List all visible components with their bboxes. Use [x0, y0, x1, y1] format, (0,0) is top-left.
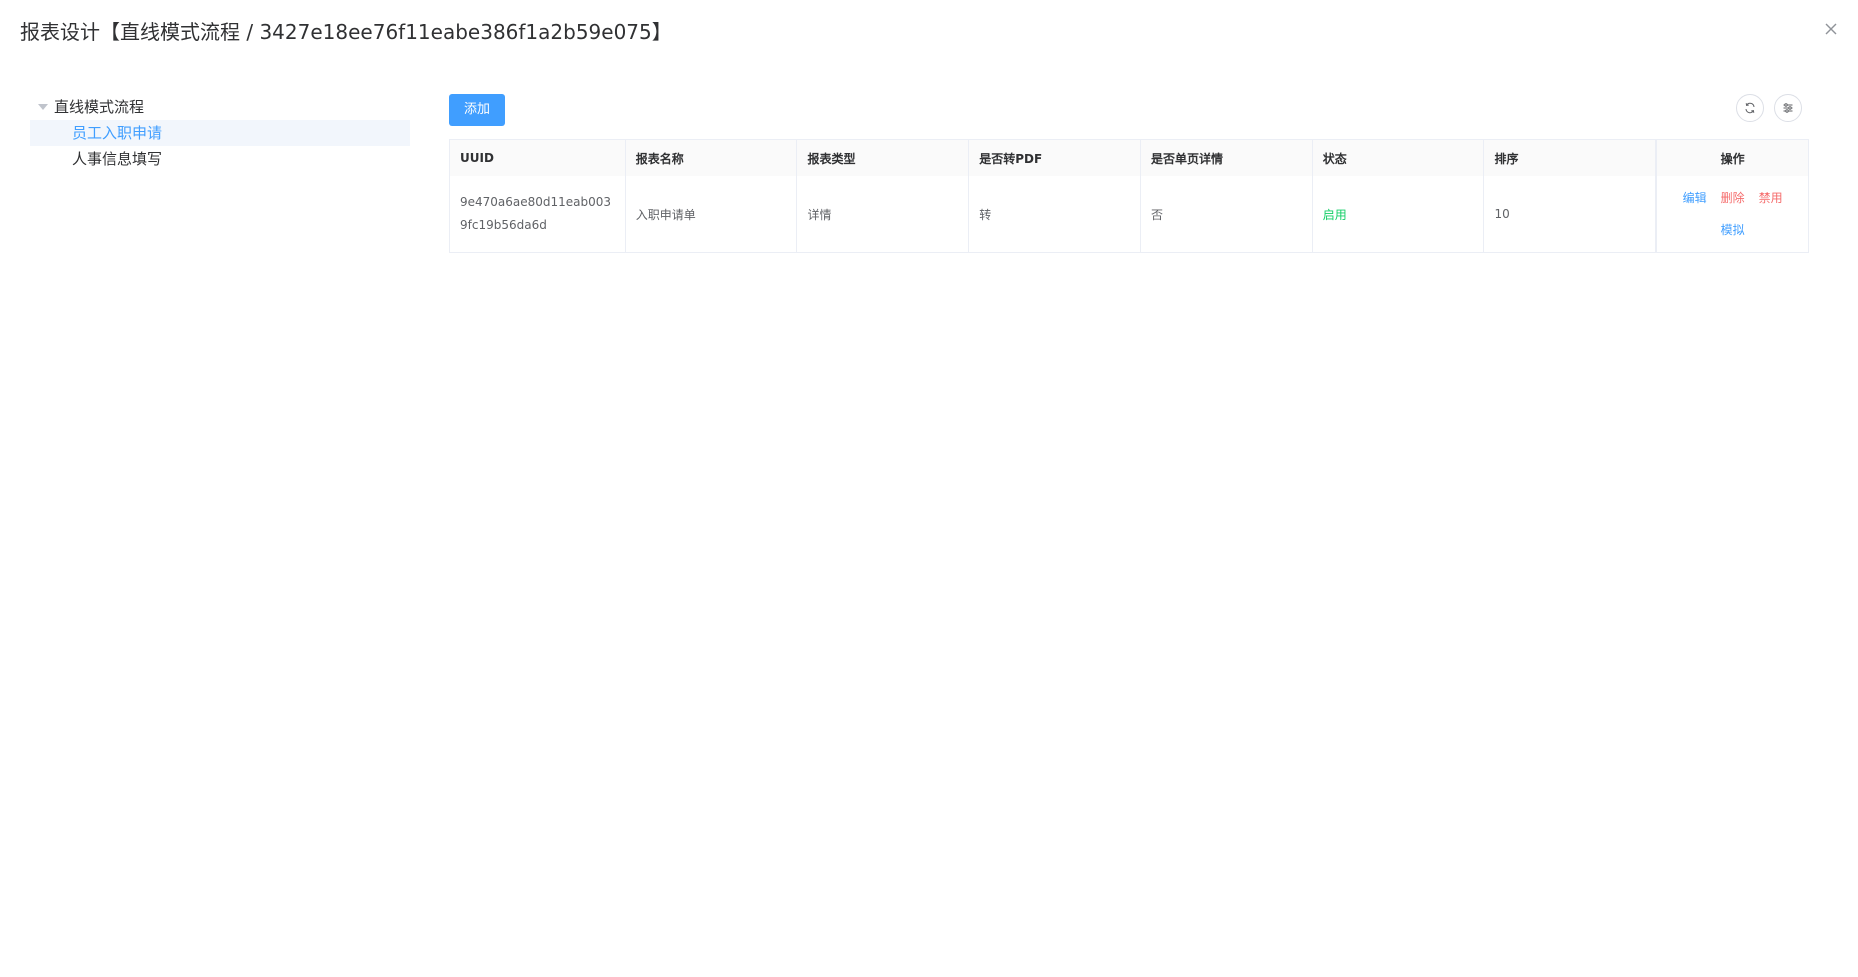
- cell-to-pdf: 转: [969, 176, 1141, 252]
- cell-report-name: 入职申请单: [626, 176, 798, 252]
- tree-node-employee-onboarding[interactable]: 员工入职申请: [30, 120, 410, 146]
- delete-link[interactable]: 删除: [1721, 187, 1745, 209]
- table-body: 9e470a6ae80d11eab0039fc19b56da6d 入职申请单 详…: [450, 176, 1808, 252]
- header-to-pdf[interactable]: 是否转PDF: [969, 140, 1141, 176]
- header-single-page[interactable]: 是否单页详情: [1141, 140, 1313, 176]
- column-settings-button[interactable]: [1774, 94, 1802, 122]
- disable-link[interactable]: 禁用: [1759, 187, 1783, 209]
- tree-node-label: 直线模式流程: [54, 98, 145, 116]
- add-button[interactable]: 添加: [449, 94, 505, 126]
- column-settings-icon: [1783, 103, 1793, 113]
- report-table: UUID 报表名称 报表类型 是否转PDF 是否单页详情 状态 排序 操作 9e…: [449, 139, 1809, 253]
- status-badge: 启用: [1322, 207, 1347, 222]
- refresh-icon: [1745, 102, 1755, 114]
- header-report-type[interactable]: 报表类型: [797, 140, 970, 176]
- cell-single-page: 否: [1141, 176, 1313, 252]
- cell-status: 启用: [1313, 176, 1485, 252]
- report-design-dialog: 报表设计【直线模式流程 / 3427e18ee76f11eabe386f1a2b…: [0, 0, 1858, 977]
- header-order[interactable]: 排序: [1484, 140, 1657, 176]
- refresh-button[interactable]: [1736, 94, 1764, 122]
- edit-link[interactable]: 编辑: [1683, 187, 1707, 209]
- header-row: UUID 报表名称 报表类型 是否转PDF 是否单页详情 状态 排序 操作: [450, 140, 1808, 176]
- cell-report-type: 详情: [797, 176, 970, 252]
- actions-row-1: 编辑 删除 禁用: [1683, 187, 1783, 209]
- close-icon[interactable]: [1820, 18, 1842, 40]
- uuid-text: 9e470a6ae80d11eab0039fc19b56da6d: [460, 195, 612, 232]
- tree-node-label: 员工入职申请: [72, 124, 163, 142]
- table-row: 9e470a6ae80d11eab0039fc19b56da6d 入职申请单 详…: [450, 176, 1808, 252]
- process-tree: 直线模式流程 员工入职申请 人事信息填写: [30, 94, 410, 172]
- header-status[interactable]: 状态: [1313, 140, 1485, 176]
- tree-node-hr-info[interactable]: 人事信息填写: [30, 146, 410, 172]
- actions-wrap: 编辑 删除 禁用 模拟: [1667, 187, 1798, 241]
- table-header: UUID 报表名称 报表类型 是否转PDF 是否单页详情 状态 排序 操作: [450, 140, 1808, 176]
- header-actions: 操作: [1656, 140, 1808, 176]
- cell-order: 10: [1484, 176, 1657, 252]
- caret-down-icon[interactable]: [38, 104, 48, 110]
- cell-uuid: 9e470a6ae80d11eab0039fc19b56da6d: [450, 176, 626, 252]
- tree-node-label: 人事信息填写: [72, 150, 163, 168]
- cell-actions: 编辑 删除 禁用 模拟: [1656, 176, 1808, 252]
- actions-row-2: 模拟: [1721, 219, 1745, 241]
- header-uuid[interactable]: UUID: [450, 140, 626, 176]
- dialog-title: 报表设计【直线模式流程 / 3427e18ee76f11eabe386f1a2b…: [20, 20, 672, 44]
- header-report-name[interactable]: 报表名称: [626, 140, 798, 176]
- tree-node-root[interactable]: 直线模式流程: [30, 94, 410, 120]
- simulate-link[interactable]: 模拟: [1721, 219, 1745, 241]
